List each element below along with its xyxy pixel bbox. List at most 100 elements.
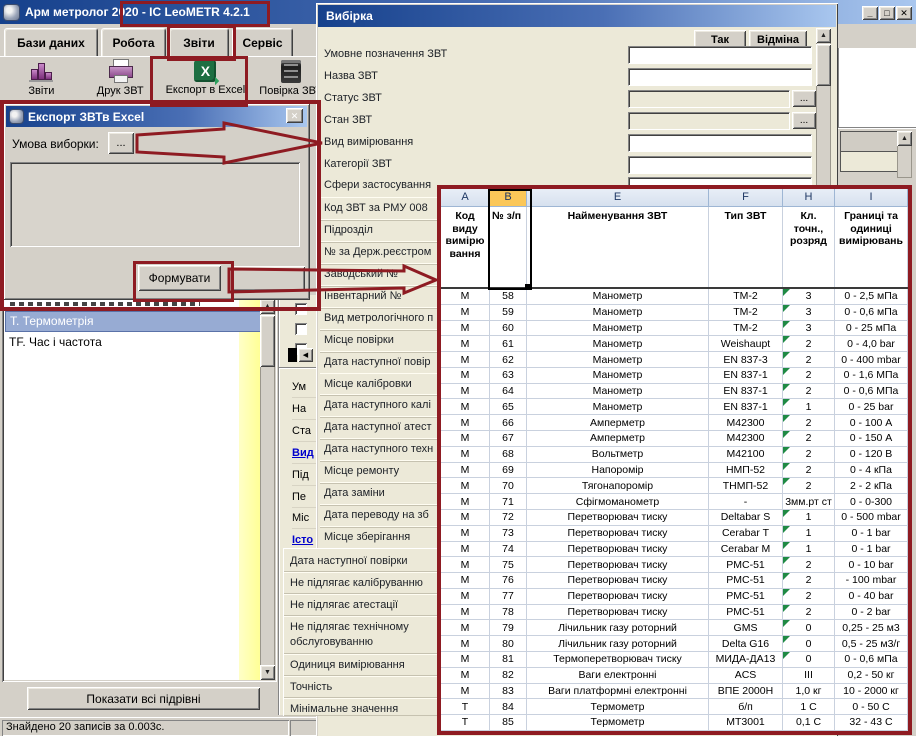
- table-cell: Т: [441, 699, 490, 715]
- scrollbar-thumb[interactable]: [260, 315, 275, 367]
- column-letter-A[interactable]: A: [441, 189, 490, 207]
- field-input-2[interactable]: [628, 68, 812, 86]
- tab-1[interactable]: Бази даних: [4, 28, 98, 56]
- scroll-left-icon[interactable]: ◀: [298, 348, 313, 362]
- list-item[interactable]: ТF. Час і частота: [5, 332, 264, 353]
- scroll-up-icon[interactable]: ▲: [897, 131, 912, 146]
- field-input-6[interactable]: [628, 156, 812, 174]
- export-dialog-title: Експорт ЗВТв Excel: [28, 110, 144, 124]
- table-cell: Перетворювач тиску: [527, 526, 709, 542]
- table-row[interactable]: М72Перетворювач тискуDeltabar S10 - 500 …: [441, 510, 908, 526]
- table-row[interactable]: М68ВольтметрМ4210020 - 120 В: [441, 447, 908, 463]
- green-flag-icon: [783, 336, 790, 343]
- column-letter-I[interactable]: I: [835, 189, 908, 207]
- table-cell: 2: [783, 447, 835, 463]
- toolbar-button-scroll[interactable]: Повірка ЗВТ: [257, 57, 324, 103]
- table-cell: Перетворювач тиску: [527, 510, 709, 526]
- table-row[interactable]: М80Лічильник газу роторнийDelta G1600,5 …: [441, 636, 908, 652]
- field-input-1[interactable]: [628, 46, 812, 64]
- table-cell: М: [441, 542, 490, 558]
- table-row[interactable]: М67АмперметрМ4230020 - 150 А: [441, 431, 908, 447]
- table-row[interactable]: М73Перетворювач тискуCerabar T10 - 1 bar: [441, 526, 908, 542]
- table-header-cell: Границі та одиниці вимірювань: [835, 207, 908, 287]
- left-list-scrollbar[interactable]: ▲ ▼: [260, 299, 275, 680]
- table-row[interactable]: М71Сфігмоманометр-3мм.рт ст0 - 0-300: [441, 494, 908, 510]
- table-row[interactable]: М79Лічильник газу роторнийGMS00,25 - 25 …: [441, 620, 908, 636]
- close-button[interactable]: ✕: [896, 6, 912, 20]
- minimize-button[interactable]: _: [862, 6, 878, 20]
- show-all-sublevels-button[interactable]: Показати всі підрівні: [27, 687, 260, 710]
- field-input-3[interactable]: [628, 90, 790, 108]
- toolbar-button-chart[interactable]: Звіти: [8, 57, 75, 103]
- column-letter-F[interactable]: F: [709, 189, 783, 207]
- table-cell: 2: [783, 415, 835, 431]
- table-row[interactable]: М70ТягонапоромірТНМП-5222 - 2 кПа: [441, 478, 908, 494]
- table-row[interactable]: М75Перетворювач тискуPMC-5120 - 10 bar: [441, 557, 908, 573]
- table-cell: 2: [783, 336, 835, 352]
- table-cell: 0 - 50 С: [835, 699, 908, 715]
- splitter-handle[interactable]: [288, 348, 297, 362]
- toolbar-button-excel[interactable]: XЕкспорт в Excel: [166, 57, 246, 103]
- right-scrollbar[interactable]: ▲: [897, 131, 912, 178]
- table-row[interactable]: М66АмперметрМ4230020 - 100 А: [441, 415, 908, 431]
- table-row[interactable]: М81Термоперетворювач тискуМИДА-ДА1300 - …: [441, 652, 908, 668]
- table-cell: М: [441, 336, 490, 352]
- table-row[interactable]: М63МанометрEN 837-120 - 1,6 МПа: [441, 368, 908, 384]
- field-picker-button[interactable]: ...: [792, 112, 816, 129]
- table-cell: М: [441, 620, 490, 636]
- table-cell: Перетворювач тиску: [527, 589, 709, 605]
- scroll-up-icon[interactable]: ▲: [260, 299, 275, 314]
- field-label: Умовне позначення ЗВТ: [324, 48, 447, 64]
- scroll-down-icon[interactable]: ▼: [260, 665, 275, 680]
- field-label: Місце зберігання: [324, 531, 410, 543]
- condition-textarea[interactable]: [10, 162, 300, 247]
- table-row[interactable]: Т85ТермометрМТ30010,1 С32 - 43 С: [441, 715, 908, 731]
- table-row[interactable]: М69НапоромірНМП-5220 - 4 кПа: [441, 463, 908, 479]
- tab-2[interactable]: Робота: [101, 28, 166, 56]
- table-row[interactable]: М83Ваги платформні електронніВПЕ 2000Н1,…: [441, 684, 908, 700]
- green-flag-icon: [783, 463, 790, 470]
- table-cell: 67: [490, 431, 527, 447]
- table-row[interactable]: М61МанометрWeishaupt20 - 4,0 bar: [441, 336, 908, 352]
- table-row[interactable]: М82Ваги електронніACSIII0,2 - 50 кг: [441, 668, 908, 684]
- table-row[interactable]: М58МанометрТМ-230 - 2,5 мПа: [441, 289, 908, 305]
- table-row[interactable]: М59МанометрТМ-230 - 0,6 мПа: [441, 305, 908, 321]
- table-row[interactable]: М64МанометрEN 837-120 - 0,6 МПа: [441, 384, 908, 400]
- column-letter-E[interactable]: E: [527, 189, 709, 207]
- table-cell: 0 - 120 В: [835, 447, 908, 463]
- field-input-4[interactable]: [628, 112, 790, 130]
- form-button[interactable]: Формувати: [138, 265, 221, 291]
- table-cell: Лічильник газу роторний: [527, 620, 709, 636]
- table-row[interactable]: М62МанометрEN 837-320 - 400 mbar: [441, 352, 908, 368]
- printer-icon: [107, 59, 133, 83]
- dialog-close-icon[interactable]: ✕: [286, 108, 303, 123]
- scrollbar-thumb[interactable]: [816, 44, 831, 86]
- secondary-button[interactable]: [231, 266, 305, 291]
- green-flag-icon: [783, 384, 790, 391]
- list-item[interactable]: Т. Термометрія: [5, 311, 266, 332]
- filter-checkbox-2[interactable]: [295, 323, 307, 335]
- table-cell: 70: [490, 478, 527, 494]
- tab-4[interactable]: Сервіс: [232, 28, 293, 56]
- table-cell: 66: [490, 415, 527, 431]
- selection-fill-handle[interactable]: [525, 284, 530, 289]
- field-label: Заводський №: [324, 268, 398, 280]
- scroll-up-icon[interactable]: ▲: [816, 28, 831, 43]
- table-row[interactable]: М77Перетворювач тискуPMC-5120 - 40 bar: [441, 589, 908, 605]
- table-row[interactable]: М60МанометрТМ-230 - 25 мПа: [441, 321, 908, 337]
- field-picker-button[interactable]: ...: [792, 90, 816, 107]
- table-row[interactable]: М74Перетворювач тискуCerabar M10 - 1 bar: [441, 542, 908, 558]
- table-row[interactable]: М78Перетворювач тискуPMC-5120 - 2 bar: [441, 605, 908, 621]
- condition-browse-button[interactable]: ...: [108, 132, 134, 154]
- maximize-button[interactable]: □: [879, 6, 895, 20]
- field-input-5[interactable]: [628, 134, 812, 152]
- filter-checkbox-1[interactable]: [295, 303, 307, 315]
- table-row[interactable]: М65МанометрEN 837-110 - 25 bar: [441, 399, 908, 415]
- tab-3[interactable]: Звіти: [169, 28, 229, 56]
- table-row[interactable]: Т84Термометрб/п1 С0 - 50 С: [441, 699, 908, 715]
- table-row[interactable]: М76Перетворювач тискуPMC-512- 100 mbar: [441, 573, 908, 589]
- field-label: Місце калібровки: [324, 378, 412, 390]
- table-cell: 3: [783, 321, 835, 337]
- toolbar-button-printer[interactable]: Друк ЗВТ: [87, 57, 154, 103]
- column-letter-H[interactable]: H: [783, 189, 835, 207]
